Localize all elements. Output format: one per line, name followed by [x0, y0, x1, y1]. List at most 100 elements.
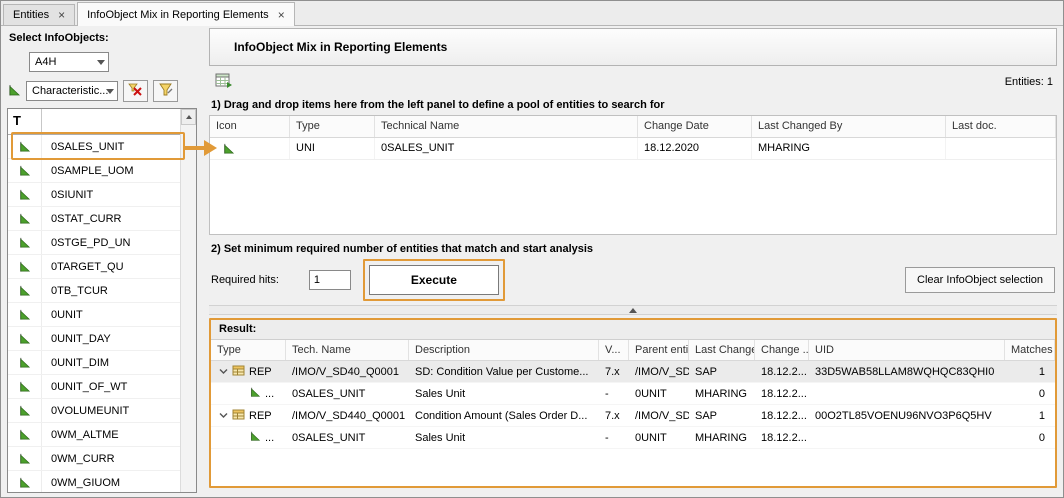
column-header[interactable]: Icon	[210, 116, 290, 137]
splitter-collapse-icon[interactable]	[629, 308, 637, 313]
result-table-header: Type Tech. Name Description V... Parent …	[211, 340, 1055, 361]
list-item[interactable]: 0TB_TCUR	[8, 279, 180, 303]
list-item[interactable]: 0UNIT_DAY	[8, 327, 180, 351]
cell-description: SD: Condition Value per Custome...	[409, 366, 599, 378]
cell-parent-entity: 0UNIT	[629, 432, 689, 444]
cell-last-doc	[946, 138, 1056, 159]
characteristic-icon	[8, 231, 42, 254]
infoobject-label: 0SIUNIT	[51, 189, 93, 201]
list-item[interactable]: 0WM_ALTME	[8, 423, 180, 447]
characteristic-icon	[249, 430, 261, 445]
scroll-up-button[interactable]	[181, 109, 196, 125]
select-infoobjects-panel: Select InfoObjects: A4H Characteristic..…	[1, 26, 203, 497]
list-item[interactable]: 0STGE_PD_UN	[8, 231, 180, 255]
export-table-icon[interactable]	[215, 73, 233, 92]
cell-change-date: 18.12.2...	[755, 388, 809, 400]
cell-parent-entity: /IMO/V_SD...	[629, 410, 689, 422]
window-body: Select InfoObjects: A4H Characteristic..…	[1, 26, 1063, 497]
column-header[interactable]: Change ...	[755, 340, 809, 360]
splitter[interactable]	[209, 305, 1057, 315]
list-header-type-column[interactable]: T	[8, 109, 42, 134]
filter-button[interactable]	[153, 80, 178, 102]
main-panel: InfoObject Mix in Reporting Elements Ent…	[203, 26, 1063, 497]
cell-type: UNI	[290, 138, 375, 159]
result-row[interactable]: ... 0SALES_UNIT Sales Unit - 0UNIT MHARI…	[211, 427, 1055, 449]
filter-icon	[158, 82, 173, 100]
characteristic-icon	[8, 303, 42, 326]
section1-heading: 1) Drag and drop items here from the lef…	[211, 99, 1057, 111]
chevron-down-icon[interactable]	[219, 366, 228, 378]
column-header[interactable]: Last Change...	[689, 340, 755, 360]
result-row[interactable]: ... 0SALES_UNIT Sales Unit - 0UNIT MHARI…	[211, 383, 1055, 405]
characteristic-icon	[8, 471, 42, 493]
clear-infoobject-selection-button[interactable]: Clear InfoObject selection	[905, 267, 1055, 293]
characteristic-icon	[8, 327, 42, 350]
list-item[interactable]: 0WM_GIUOM	[8, 471, 180, 493]
system-select-value: A4H	[35, 56, 56, 68]
column-header[interactable]: Parent entity	[629, 340, 689, 360]
list-item[interactable]: 0UNIT_OF_WT	[8, 375, 180, 399]
page-title: InfoObject Mix in Reporting Elements	[234, 40, 447, 54]
column-header[interactable]: Technical Name	[375, 116, 638, 137]
execute-button[interactable]: Execute	[369, 265, 499, 295]
tab-entities[interactable]: Entities ×	[3, 4, 75, 25]
infoobject-label: 0STGE_PD_UN	[51, 237, 130, 249]
column-header[interactable]: Matches	[1005, 340, 1055, 360]
column-header[interactable]: Tech. Name	[286, 340, 409, 360]
app-window: Entities × InfoObject Mix in Reporting E…	[0, 0, 1064, 498]
page-title-box: InfoObject Mix in Reporting Elements	[209, 28, 1057, 66]
cell-matches: 0	[1005, 388, 1055, 400]
infoobject-label: 0TARGET_QU	[51, 261, 124, 273]
column-header[interactable]: V...	[599, 340, 629, 360]
column-header[interactable]: Description	[409, 340, 599, 360]
infoobject-label: 0SALES_UNIT	[51, 141, 124, 153]
report-icon	[232, 364, 245, 380]
column-header[interactable]: Last Changed By	[752, 116, 946, 137]
system-select[interactable]: A4H	[29, 52, 109, 72]
list-item[interactable]: 0VOLUMEUNIT	[8, 399, 180, 423]
cell-version: -	[599, 388, 629, 400]
table-row[interactable]: UNI 0SALES_UNIT 18.12.2020 MHARING	[210, 138, 1056, 160]
column-header[interactable]: Type	[211, 340, 286, 360]
chevron-down-icon[interactable]	[102, 82, 117, 100]
characteristic-icon	[8, 135, 42, 158]
infoobject-label: 0WM_ALTME	[51, 429, 119, 441]
cell-change-date: 18.12.2...	[755, 410, 809, 422]
result-row[interactable]: REP /IMO/V_SD40_Q0001 SD: Condition Valu…	[211, 361, 1055, 383]
infoobject-list: T 0SALES_UNIT 0SAMPLE_UOM 0SIUNIT 0STAT_…	[7, 108, 197, 493]
type-select[interactable]: Characteristic...	[26, 81, 118, 101]
report-icon	[232, 408, 245, 424]
list-item[interactable]: 0TARGET_QU	[8, 255, 180, 279]
list-item[interactable]: 0SALES_UNIT	[8, 135, 180, 159]
list-item[interactable]: 0UNIT_DIM	[8, 351, 180, 375]
tab-infoobject-mix[interactable]: InfoObject Mix in Reporting Elements ×	[77, 2, 295, 26]
cell-tech-name: /IMO/V_SD440_Q0001	[286, 410, 409, 422]
infoobject-label: 0TB_TCUR	[51, 285, 108, 297]
characteristic-icon	[8, 183, 42, 206]
required-hits-input[interactable]	[309, 270, 351, 290]
close-icon[interactable]: ×	[58, 10, 65, 20]
cell-tech-name: 0SALES_UNIT	[286, 432, 409, 444]
list-item[interactable]: 0SIUNIT	[8, 183, 180, 207]
infoobject-label: 0SAMPLE_UOM	[51, 165, 134, 177]
cell-description: Sales Unit	[409, 388, 599, 400]
list-item[interactable]: 0UNIT	[8, 303, 180, 327]
column-header[interactable]: Type	[290, 116, 375, 137]
list-item[interactable]: 0STAT_CURR	[8, 207, 180, 231]
cell-technical-name: 0SALES_UNIT	[375, 138, 638, 159]
characteristic-icon	[8, 423, 42, 446]
list-item[interactable]: 0SAMPLE_UOM	[8, 159, 180, 183]
column-header[interactable]: Change Date	[638, 116, 752, 137]
clear-filter-button[interactable]	[123, 80, 148, 102]
infoobject-label: 0STAT_CURR	[51, 213, 122, 225]
infoobject-label: 0UNIT_DAY	[51, 333, 111, 345]
column-header[interactable]: Last doc.	[946, 116, 1056, 137]
chevron-down-icon[interactable]	[93, 53, 108, 71]
entities-count: Entities: 1	[1005, 76, 1053, 88]
column-header[interactable]: UID	[809, 340, 1005, 360]
close-icon[interactable]: ×	[278, 10, 285, 20]
list-item[interactable]: 0WM_CURR	[8, 447, 180, 471]
result-row[interactable]: REP /IMO/V_SD440_Q0001 Condition Amount …	[211, 405, 1055, 427]
scrollbar[interactable]	[180, 109, 196, 492]
chevron-down-icon[interactable]	[219, 410, 228, 422]
